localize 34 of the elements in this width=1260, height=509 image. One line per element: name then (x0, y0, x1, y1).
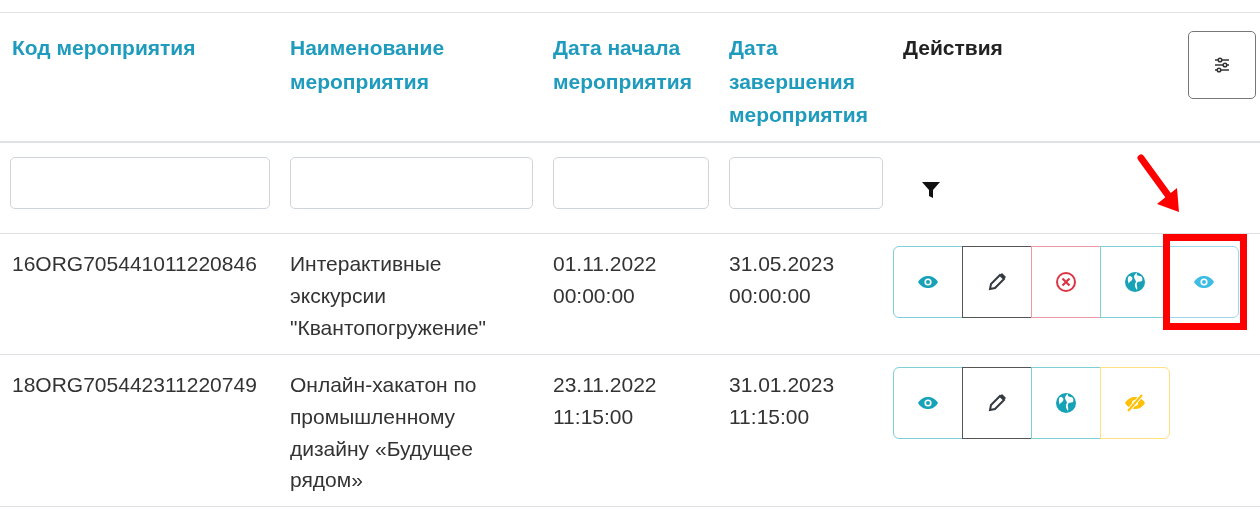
table-cell: 23.11.2022 11:15:00 (553, 372, 657, 428)
pencil-icon (987, 392, 1007, 413)
hide-button[interactable] (1100, 366, 1170, 439)
pencil-icon (987, 272, 1007, 292)
edit-button[interactable] (962, 366, 1032, 439)
globe-icon (1055, 391, 1077, 414)
table-cell: 31.01.2023 11:15:00 (729, 372, 835, 428)
globe-icon (1124, 271, 1146, 293)
table-cell: 16ORG705441011220846 (12, 252, 257, 275)
table-cell: Интерактивные экскурсии "Квантопогружение" (290, 252, 487, 339)
sliders-icon (1212, 55, 1232, 75)
edit-button[interactable] (962, 246, 1032, 318)
table-cell: 18ORG705442311220749 (12, 372, 257, 396)
filter-icon[interactable] (921, 181, 941, 199)
column-settings-button[interactable] (1188, 31, 1256, 99)
filter-field[interactable] (553, 157, 709, 209)
filter-field[interactable] (290, 157, 533, 209)
column-header[interactable]: Дата завершения мероприятия (729, 31, 893, 132)
column-header: Действия (903, 35, 1003, 61)
table-cell: Онлайн-хакатон по промышленному дизайну «Будущее рядом» (290, 372, 477, 492)
eye-icon (917, 275, 939, 289)
table-cell: 31.05.2023 00:00:00 (729, 252, 835, 307)
cross-circle-icon (1055, 271, 1077, 293)
filter-field[interactable] (729, 157, 883, 209)
column-header[interactable]: Дата начала мероприятия (553, 31, 719, 99)
column-header[interactable]: Наименование мероприятия (290, 31, 543, 99)
eye-icon (917, 395, 939, 410)
column-header[interactable]: Код мероприятия (12, 31, 196, 65)
filter-field[interactable] (10, 157, 270, 209)
table-cell: 01.11.2022 00:00:00 (553, 252, 657, 307)
view-button[interactable] (1169, 246, 1239, 318)
eye-slash-icon (1123, 392, 1147, 413)
eye-icon (1193, 275, 1215, 289)
delete-button[interactable] (1031, 246, 1101, 318)
